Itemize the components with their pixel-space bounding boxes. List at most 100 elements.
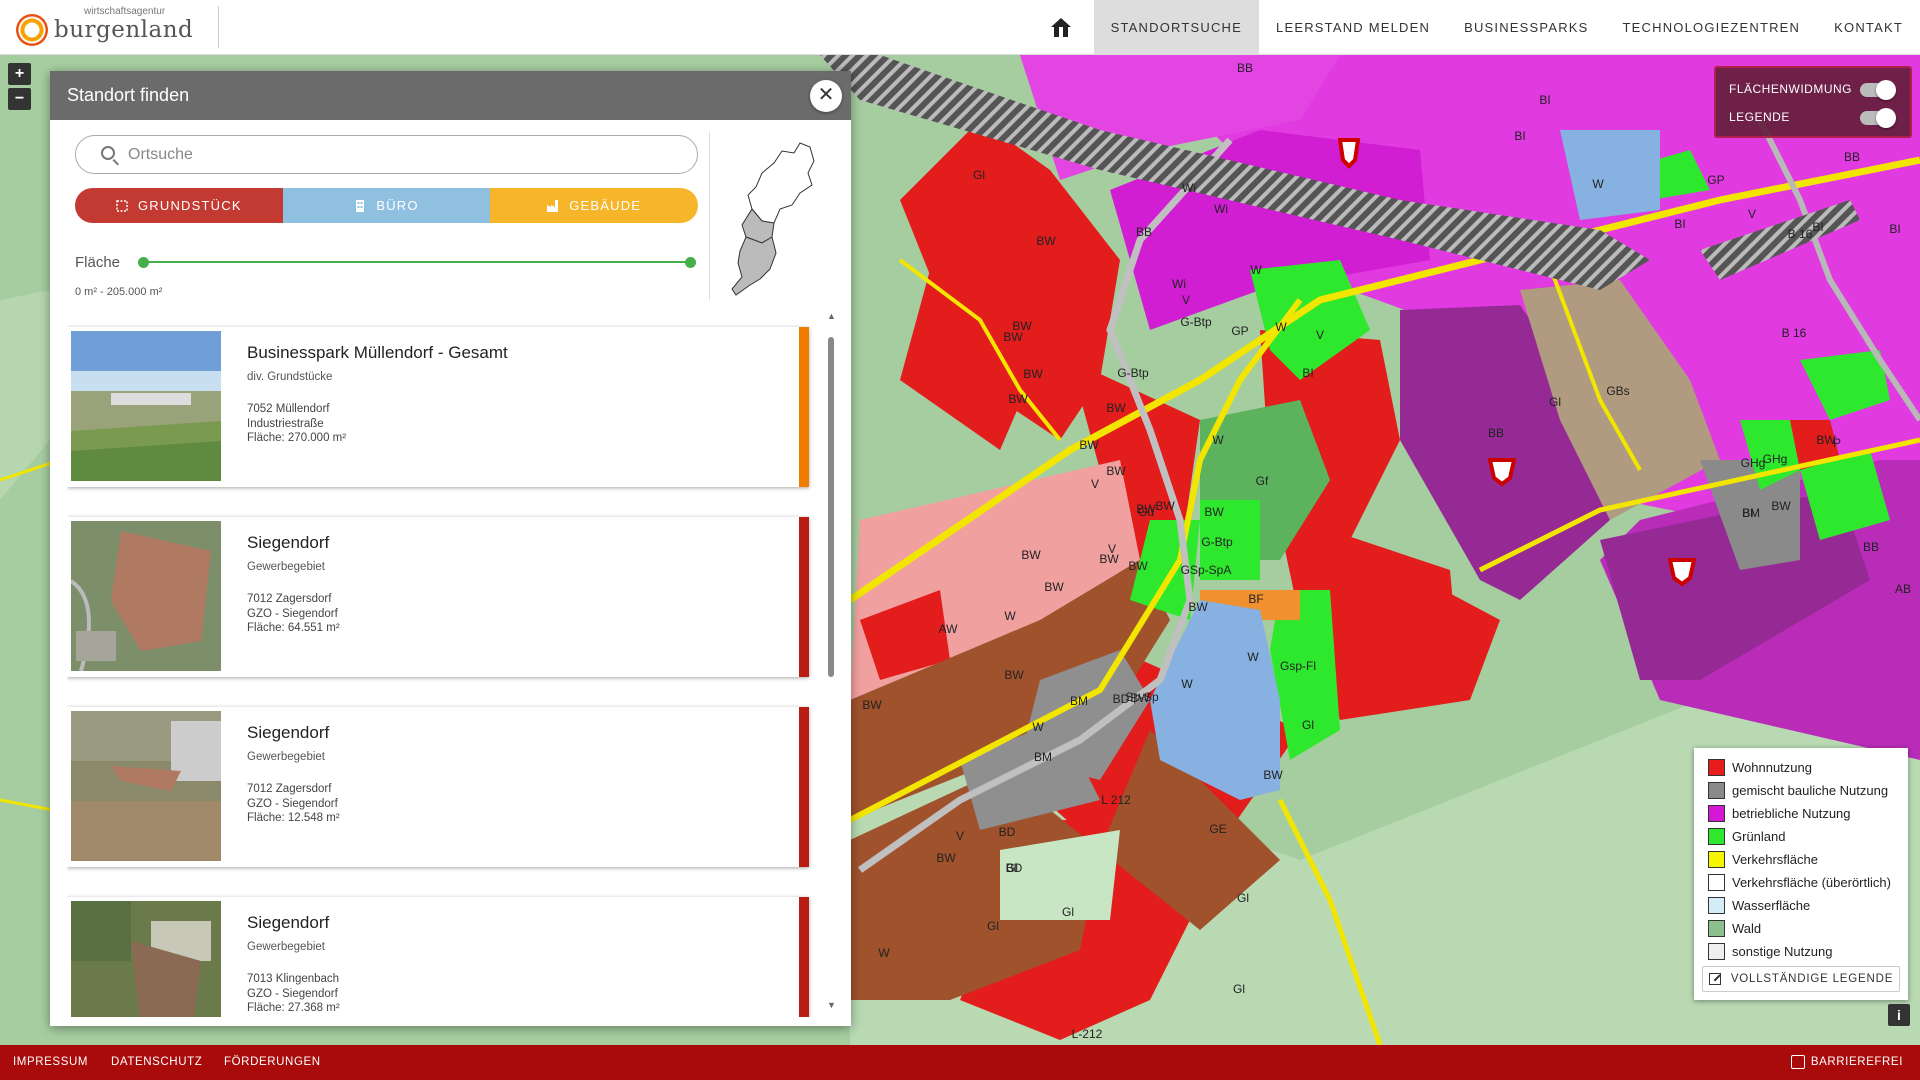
result-card[interactable]: Siegendorf Gewerbegebiet 7012 Zagersdorf… xyxy=(67,517,809,677)
logo[interactable]: wirtschaftsagentur burgenland xyxy=(14,6,219,48)
area-slider-min-handle[interactable] xyxy=(138,257,149,268)
result-line1: 7013 Klingenbach xyxy=(247,973,340,985)
zoning-label: BI xyxy=(1889,222,1900,236)
area-slider-track[interactable] xyxy=(143,261,690,263)
result-subtitle: Gewerbegebiet xyxy=(247,941,325,953)
result-title: Siegendorf xyxy=(247,913,330,932)
close-button[interactable]: ✕ xyxy=(810,80,842,112)
result-color-bar xyxy=(799,327,809,487)
zoning-label: W xyxy=(1181,677,1193,691)
zoning-label: Gl xyxy=(1302,718,1314,732)
result-title: Siegendorf xyxy=(247,533,330,552)
result-line3: Fläche: 12.548 m² xyxy=(247,812,340,824)
zoning-label: GSp-SpA xyxy=(1181,563,1232,577)
legend-label: betriebliche Nutzung xyxy=(1732,805,1851,821)
zoom-in-button[interactable]: + xyxy=(8,63,31,85)
zoning-label: Wi xyxy=(1172,277,1186,291)
nav-home[interactable] xyxy=(1028,0,1094,55)
nav-businessparks[interactable]: BUSINESSPARKS xyxy=(1447,0,1605,55)
zoning-label: BM xyxy=(1034,750,1052,764)
zoning-label: V xyxy=(1182,293,1190,307)
zoning-label: Gl xyxy=(1237,891,1249,905)
result-line2: GZO - Siegendorf xyxy=(247,987,338,1000)
zoning-label: W xyxy=(1250,263,1262,277)
footer-link-impressum[interactable]: IMPRESSUM xyxy=(13,1056,88,1068)
legend-swatch xyxy=(1708,873,1725,891)
list-scrollbar[interactable] xyxy=(828,337,834,677)
nav-standortsuche[interactable]: STANDORTSUCHE xyxy=(1093,0,1260,55)
tab-grundstueck[interactable]: GRUNDSTÜCK xyxy=(75,188,283,223)
zoning-label: B 16 xyxy=(1782,326,1807,340)
zoning-label: BB xyxy=(1863,540,1879,554)
zoning-label: GHg xyxy=(1741,456,1766,470)
search-placeholder: Ortsuche xyxy=(128,145,193,163)
result-photo xyxy=(71,521,221,671)
legend-item: Wald xyxy=(1708,919,1761,937)
tab-gebaeude[interactable]: GEBÄUDE xyxy=(490,188,698,223)
zoning-label: Gü xyxy=(1138,505,1154,519)
nav-leerstand-melden[interactable]: LEERSTAND MELDEN xyxy=(1259,0,1447,55)
result-color-bar xyxy=(799,517,809,677)
zoning-label: BI xyxy=(1539,93,1550,107)
zoom-out-button[interactable]: − xyxy=(8,88,31,110)
building-icon xyxy=(356,199,365,212)
result-line2: Industriestraße xyxy=(247,417,324,430)
footer-link-datenschutz[interactable]: DATENSCHUTZ xyxy=(111,1056,202,1068)
nav-technologiezentren[interactable]: TECHNOLOGIEZENTREN xyxy=(1606,0,1818,55)
flaeche-label: Fläche xyxy=(75,254,121,271)
info-button[interactable]: i xyxy=(1888,1004,1910,1026)
zoning-label: Gsp-Fl xyxy=(1280,659,1316,673)
selection-icon xyxy=(116,199,128,212)
legend-label: Wasserfläche xyxy=(1732,897,1811,913)
result-address: 7012 Zagersdorf GZO - Siegendorf Fläche:… xyxy=(247,782,340,826)
tab-buero[interactable]: BÜRO xyxy=(282,188,491,223)
zoning-label: BW xyxy=(862,698,882,712)
scroll-up-arrow-icon[interactable]: ▲ xyxy=(827,311,836,321)
result-card[interactable]: Siegendorf Gewerbegebiet 7012 Zagersdorf… xyxy=(67,707,809,867)
zoning-label: Gl xyxy=(973,168,985,182)
result-line1: 7012 Zagersdorf xyxy=(247,783,332,795)
zoning-label: W xyxy=(1592,177,1604,191)
zoning-label: GHg xyxy=(1763,452,1788,466)
legend-item: Wasserfläche xyxy=(1708,896,1810,914)
scroll-down-arrow-icon[interactable]: ▼ xyxy=(827,1000,836,1010)
footer-link-foerderungen[interactable]: FÖRDERUNGEN xyxy=(224,1056,321,1068)
area-range-text: 0 m² - 205.000 m² xyxy=(75,286,163,298)
result-card[interactable]: Businesspark Müllendorf - Gesamt div. Gr… xyxy=(67,327,809,487)
tab-buero-label: BÜRO xyxy=(376,198,419,213)
logo-title: burgenland xyxy=(54,17,194,43)
result-line3: Fläche: 64.551 m² xyxy=(247,622,340,634)
zoning-label: V xyxy=(956,829,964,843)
zoning-label: Gl xyxy=(1549,395,1561,409)
zoning-label: L-212 xyxy=(1072,1027,1103,1041)
toggle-legende[interactable] xyxy=(1860,108,1896,128)
result-title: Businesspark Müllendorf - Gesamt xyxy=(247,343,508,362)
zoning-label: G-Btp xyxy=(1117,366,1149,380)
nav-kontakt[interactable]: KONTAKT xyxy=(1817,0,1920,55)
result-card[interactable]: Siegendorf Gewerbegebiet 7013 Klingenbac… xyxy=(67,897,809,1017)
ortsuche-input[interactable]: Ortsuche xyxy=(75,135,698,174)
zoning-label: BI xyxy=(1514,129,1525,143)
barrierefrei-toggle[interactable]: BARRIEREFREI xyxy=(1790,1055,1903,1069)
zoning-label: W xyxy=(1004,609,1016,623)
logo-subtitle: wirtschaftsagentur xyxy=(84,6,166,17)
divider xyxy=(709,132,710,300)
zoning-label: W xyxy=(1275,320,1287,334)
layer-toggles: FLÄCHENWIDMUNG LEGENDE xyxy=(1714,66,1912,138)
barrierefrei-label: BARRIEREFREI xyxy=(1810,1056,1903,1068)
result-title: Siegendorf xyxy=(247,723,330,742)
toggle-flaechenwidmung[interactable] xyxy=(1860,80,1896,100)
result-line1: 7012 Zagersdorf xyxy=(247,593,332,605)
zoning-label: BW xyxy=(1004,668,1024,682)
zoning-label: BD xyxy=(999,825,1016,839)
zoning-label: Gl xyxy=(1006,861,1018,875)
zoning-label: BI xyxy=(1674,217,1685,231)
zoning-label: BW xyxy=(1023,367,1043,381)
full-legend-button[interactable]: VOLLSTÄNDIGE LEGENDE xyxy=(1702,966,1900,992)
burgenland-minimap[interactable] xyxy=(722,133,832,296)
zoning-label: G-Btp xyxy=(1201,535,1233,549)
search-icon xyxy=(101,146,115,160)
area-slider-max-handle[interactable] xyxy=(685,257,696,268)
zoning-label: BW xyxy=(1128,559,1148,573)
result-line2: GZO - Siegendorf xyxy=(247,797,338,810)
